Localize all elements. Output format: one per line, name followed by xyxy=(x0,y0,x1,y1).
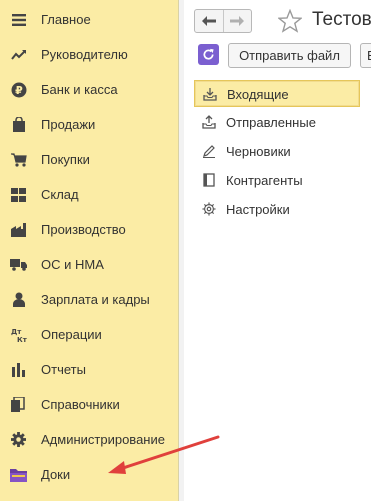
folder-icon xyxy=(10,466,27,483)
sidebar-item-production[interactable]: Производство xyxy=(0,212,179,247)
folder-item-settings[interactable]: Настройки xyxy=(194,196,360,223)
sidebar-item-reports[interactable]: Отчеты xyxy=(0,352,179,387)
truck-icon xyxy=(10,256,27,273)
main-panel: Тестов Отправить файл В Входящие Отправл… xyxy=(184,0,371,501)
sidebar-item-references[interactable]: Справочники xyxy=(0,387,179,422)
sidebar-item-label: Справочники xyxy=(41,397,120,412)
sidebar-item-label: Производство xyxy=(41,222,126,237)
sidebar-item-fixed-assets[interactable]: ОС и НМА xyxy=(0,247,179,282)
arrow-right-icon xyxy=(230,16,245,26)
sidebar-item-label: Банк и касса xyxy=(41,82,118,97)
sidebar-item-operations[interactable]: Дт Кт Операции xyxy=(0,317,179,352)
sidebar-item-label: Доки xyxy=(41,467,71,482)
sidebar-item-admin[interactable]: Администрирование xyxy=(0,422,179,457)
more-button[interactable]: В xyxy=(360,43,371,68)
folder-item-sent[interactable]: Отправленные xyxy=(194,109,360,136)
folder-item-label: Входящие xyxy=(227,87,289,102)
folder-item-inbox[interactable]: Входящие xyxy=(194,80,360,107)
sidebar-item-label: ОС и НМА xyxy=(41,257,104,272)
pencil-icon xyxy=(202,144,216,158)
sidebar-item-purchases[interactable]: Покупки xyxy=(0,142,179,177)
sidebar-item-bank[interactable]: ₽ Банк и касса xyxy=(0,72,179,107)
sidebar-item-main[interactable]: Главное xyxy=(0,2,179,37)
sidebar-item-manager[interactable]: Руководителю xyxy=(0,37,179,72)
sidebar-item-label: Администрирование xyxy=(41,432,165,447)
contacts-icon xyxy=(202,173,216,187)
settings-icon xyxy=(202,202,216,216)
gear-icon xyxy=(10,431,27,448)
svg-text:Кт: Кт xyxy=(17,336,27,343)
sidebar-item-label: Операции xyxy=(41,327,102,342)
trend-icon xyxy=(10,46,27,63)
page-title: Тестов xyxy=(312,9,371,30)
folder-item-label: Черновики xyxy=(226,144,291,159)
refresh-button[interactable] xyxy=(198,44,219,65)
sidebar-item-warehouse[interactable]: Склад xyxy=(0,177,179,212)
books-icon xyxy=(10,396,27,413)
factory-icon xyxy=(10,221,27,238)
sidebar-item-label: Покупки xyxy=(41,152,90,167)
sidebar-item-docs[interactable]: Доки xyxy=(0,457,179,492)
svg-text:Дт: Дт xyxy=(11,328,22,336)
outbox-icon xyxy=(202,115,216,129)
history-nav xyxy=(194,9,252,33)
forward-button[interactable] xyxy=(224,10,252,32)
sidebar-item-label: Главное xyxy=(41,12,91,27)
ruble-icon: ₽ xyxy=(10,81,27,98)
folder-item-drafts[interactable]: Черновики xyxy=(194,138,360,165)
folder-item-label: Настройки xyxy=(226,202,290,217)
inbox-icon xyxy=(203,87,217,101)
sidebar-item-salary[interactable]: Зарплата и кадры xyxy=(0,282,179,317)
debit-credit-icon: Дт Кт xyxy=(10,326,27,343)
bar-chart-icon xyxy=(10,361,27,378)
svg-text:₽: ₽ xyxy=(15,84,23,97)
sidebar-item-label: Отчеты xyxy=(41,362,86,377)
back-button[interactable] xyxy=(195,10,224,32)
sidebar-item-label: Зарплата и кадры xyxy=(41,292,150,307)
warehouse-icon xyxy=(10,186,27,203)
folder-item-label: Отправленные xyxy=(226,115,316,130)
person-icon xyxy=(10,291,27,308)
sidebar-item-sales[interactable]: Продажи xyxy=(0,107,179,142)
sidebar-item-label: Продажи xyxy=(41,117,96,132)
refresh-icon xyxy=(203,48,214,60)
cart-icon xyxy=(10,151,27,168)
send-file-button[interactable]: Отправить файл xyxy=(228,43,351,68)
arrow-left-icon xyxy=(201,16,216,26)
sidebar-item-label: Руководителю xyxy=(41,47,128,62)
menu-icon xyxy=(10,11,27,28)
sidebar-item-label: Склад xyxy=(41,187,79,202)
folder-item-contractors[interactable]: Контрагенты xyxy=(194,167,360,194)
shopping-bag-icon xyxy=(10,116,27,133)
favorite-star-icon[interactable] xyxy=(277,8,303,33)
sidebar: Главное Руководителю ₽ Банк и касса Прод… xyxy=(0,0,179,501)
folder-item-label: Контрагенты xyxy=(226,173,303,188)
